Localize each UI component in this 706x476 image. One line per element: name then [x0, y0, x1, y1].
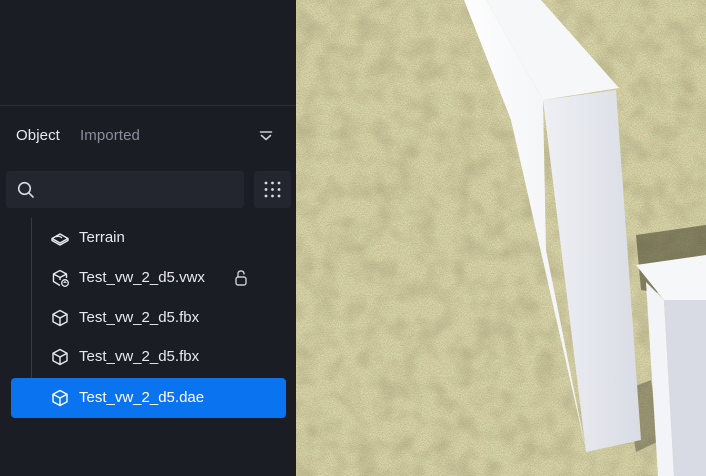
cube-icon	[52, 389, 68, 407]
terrain-icon	[51, 233, 69, 246]
divider	[0, 105, 296, 106]
scene-panel: Object Imported Terrain Test_vw_2_d5.vwx…	[0, 0, 296, 476]
tree-item-label: Test_vw_2_d5.vwx	[79, 269, 205, 286]
tree-item-fbx-1[interactable]: Test_vw_2_d5.fbx	[11, 298, 286, 338]
search-field[interactable]	[6, 171, 244, 208]
tab-imported[interactable]: Imported	[80, 127, 140, 144]
grid-icon	[264, 181, 281, 198]
search-input[interactable]	[44, 171, 234, 208]
tree-item-label: Test_vw_2_d5.fbx	[79, 309, 200, 326]
tree-item-label: Terrain	[79, 229, 125, 246]
tab-object[interactable]: Object	[16, 127, 60, 144]
panel-tabs: Object Imported	[16, 127, 140, 144]
cube-icon	[52, 348, 68, 366]
view-mode-button[interactable]	[254, 171, 291, 208]
tree-item-dae[interactable]: Test_vw_2_d5.dae	[11, 378, 286, 418]
tree-item-vwx[interactable]: Test_vw_2_d5.vwx	[11, 258, 286, 298]
scene-render	[296, 0, 706, 476]
search-icon	[17, 181, 34, 198]
cube-icon	[52, 309, 68, 327]
lock-icon[interactable]	[233, 269, 249, 287]
model-linked-icon	[52, 269, 69, 287]
tree-item-label: Test_vw_2_d5.dae	[79, 389, 205, 406]
tree-item-label: Test_vw_2_d5.fbx	[79, 348, 200, 365]
tree-item-terrain[interactable]: Terrain	[11, 218, 286, 258]
3d-viewport[interactable]	[296, 0, 706, 476]
collapse-panel-icon[interactable]	[258, 129, 274, 143]
tree-item-fbx-2[interactable]: Test_vw_2_d5.fbx	[11, 337, 286, 377]
